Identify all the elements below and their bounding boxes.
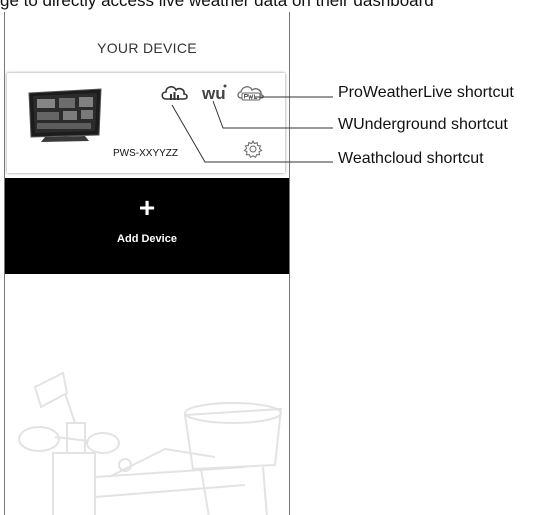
wunderground-shortcut-icon[interactable]: wu	[201, 82, 231, 104]
intro-text: ge to directly access live weather data …	[0, 0, 434, 10]
callout-wunderground: WUnderground shortcut	[338, 116, 508, 133]
section-title: YOUR DEVICE	[97, 40, 197, 56]
weather-station-display-image	[28, 88, 102, 142]
callout-weathercloud: Weathcloud shortcut	[338, 150, 484, 167]
plus-icon: +	[138, 192, 156, 223]
wu-logo-text: wu	[201, 84, 226, 103]
proweatherlive-shortcut-icon[interactable]	[235, 82, 267, 104]
weathercloud-shortcut-icon[interactable]	[159, 82, 189, 104]
callout-proweatherlive: ProWeatherLive shortcut	[338, 84, 514, 101]
gear-icon[interactable]	[243, 139, 263, 159]
add-device-label: Add Device	[117, 233, 177, 245]
device-name: PWS-XXYYZZ	[113, 148, 179, 159]
add-device-button[interactable]: + Add Device	[5, 178, 289, 274]
device-card[interactable]: PWS-XXYYZZ wu	[7, 73, 285, 173]
app-screen: YOUR DEVICE PWS-XXYYZZ wu + Add Device	[4, 12, 290, 515]
weather-station-background-art	[18, 371, 283, 515]
